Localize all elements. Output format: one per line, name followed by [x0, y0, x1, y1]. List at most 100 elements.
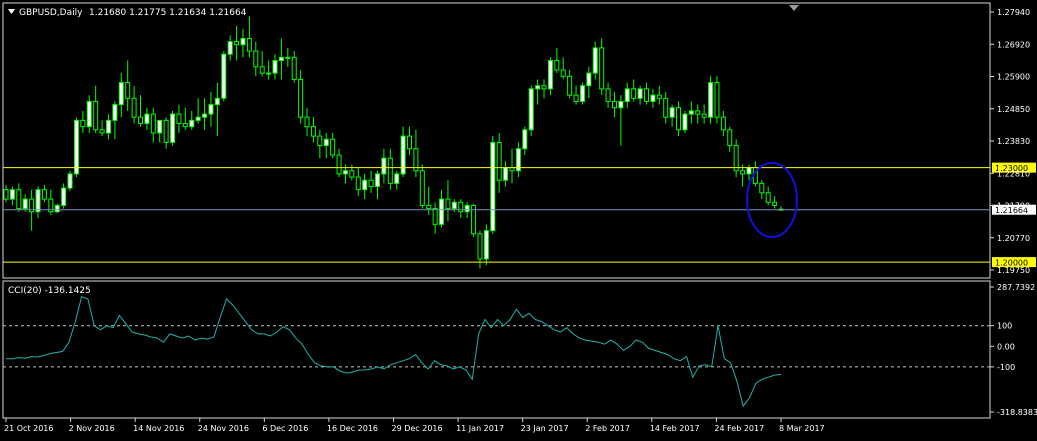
candle-body	[35, 189, 41, 213]
candle-body	[150, 113, 156, 134]
candle-body	[3, 189, 9, 200]
candle-body	[426, 204, 432, 210]
indicator-label: CCI(20) -136.1425	[8, 286, 91, 296]
x-tick-label: 11 Jan 2017	[456, 424, 504, 433]
x-tick-label: 2 Nov 2016	[69, 424, 115, 433]
candle-body	[291, 56, 297, 80]
cci-tick-label: -100	[997, 363, 1015, 372]
candle-body	[464, 204, 470, 213]
candle-body	[189, 119, 195, 128]
candle-body	[772, 201, 778, 206]
candle-body	[304, 116, 310, 128]
cci-tick-label: 287.7392	[997, 283, 1035, 292]
candle-body	[323, 138, 329, 147]
candle	[170, 110, 176, 146]
candle-body	[631, 88, 637, 99]
candle-body	[579, 85, 585, 102]
candle-body	[503, 167, 509, 181]
cci-tick-label: -318.8383	[997, 408, 1037, 417]
candle-body	[611, 100, 617, 109]
candle-body	[663, 97, 669, 118]
candle-body	[394, 173, 400, 184]
candle-body	[208, 104, 214, 115]
candle-body	[669, 107, 675, 118]
candle-body	[400, 135, 406, 175]
candle-body	[637, 88, 643, 99]
candle-body	[695, 110, 701, 115]
candle-body	[182, 123, 188, 128]
candle-body	[477, 233, 483, 260]
candle-body	[714, 82, 720, 118]
candle	[221, 51, 227, 102]
candle-body	[221, 53, 227, 99]
candle-body	[195, 116, 201, 121]
candle-body	[490, 141, 496, 232]
candle-body	[246, 37, 252, 52]
candle-body	[317, 135, 323, 147]
candle-body	[599, 47, 605, 90]
candle	[419, 164, 425, 209]
candle-body	[362, 179, 368, 191]
y-tick-label: 1.26920	[997, 40, 1030, 49]
candle-body	[266, 72, 272, 75]
price-chart[interactable]: 1.230001.200001.21664 1.279401.269201.25…	[0, 0, 1037, 441]
candle-body	[374, 173, 380, 188]
candle-body	[759, 182, 765, 194]
candle	[54, 203, 60, 214]
candle-body	[9, 189, 15, 200]
candle-body	[93, 100, 99, 131]
candle	[708, 76, 714, 124]
candle-body	[214, 97, 220, 106]
candle-body	[368, 179, 374, 188]
candle-body	[592, 47, 598, 74]
candle-body	[554, 60, 560, 71]
candle-body	[522, 129, 528, 150]
candle-body	[624, 88, 630, 102]
candle-body	[80, 119, 86, 128]
x-tick-label: 16 Dec 2016	[327, 424, 378, 433]
x-tick-label: 29 Dec 2016	[392, 424, 443, 433]
chart-background	[0, 0, 1037, 441]
candle-body	[688, 110, 694, 115]
candle-body	[138, 116, 144, 125]
symbol-label: GBPUSD,Daily	[19, 8, 83, 18]
candle-body	[298, 78, 304, 118]
candle-body	[483, 230, 489, 260]
candle-body	[567, 75, 573, 96]
candle-body	[676, 107, 682, 131]
cci-tick-label: 0.00	[997, 342, 1015, 351]
candle-body	[125, 82, 131, 99]
candle-body	[547, 60, 553, 90]
candle-body	[240, 37, 246, 46]
x-tick-label: 23 Jan 2017	[521, 424, 569, 433]
candle-body	[105, 119, 111, 134]
y-tick-label: 1.27940	[997, 8, 1030, 17]
candle	[579, 82, 585, 105]
candle-body	[451, 201, 457, 210]
candle-body	[586, 72, 592, 87]
x-tick-label: 2 Feb 2017	[585, 424, 630, 433]
candle-body	[381, 157, 387, 175]
candle-body	[310, 126, 316, 137]
candle-body	[445, 198, 451, 210]
x-tick-label: 21 Oct 2016	[4, 424, 53, 433]
candle-body	[99, 129, 105, 134]
candle-body	[541, 85, 547, 90]
candle-body	[535, 85, 541, 90]
candle-body	[733, 145, 739, 172]
candle-body	[720, 116, 726, 131]
candle-body	[496, 141, 502, 181]
candle-body	[765, 192, 771, 203]
candle-body	[708, 82, 714, 118]
candle-body	[285, 56, 291, 59]
candle-body	[112, 104, 118, 121]
y-tick-label: 1.19750	[997, 266, 1030, 275]
candle	[714, 76, 720, 124]
candle-body	[61, 187, 67, 206]
candle-body	[573, 94, 579, 102]
candle-body	[656, 94, 662, 99]
candle-body	[605, 88, 611, 102]
x-tick-label: 8 Mar 2017	[779, 424, 825, 433]
candle	[67, 170, 73, 192]
candle-body	[157, 119, 163, 134]
